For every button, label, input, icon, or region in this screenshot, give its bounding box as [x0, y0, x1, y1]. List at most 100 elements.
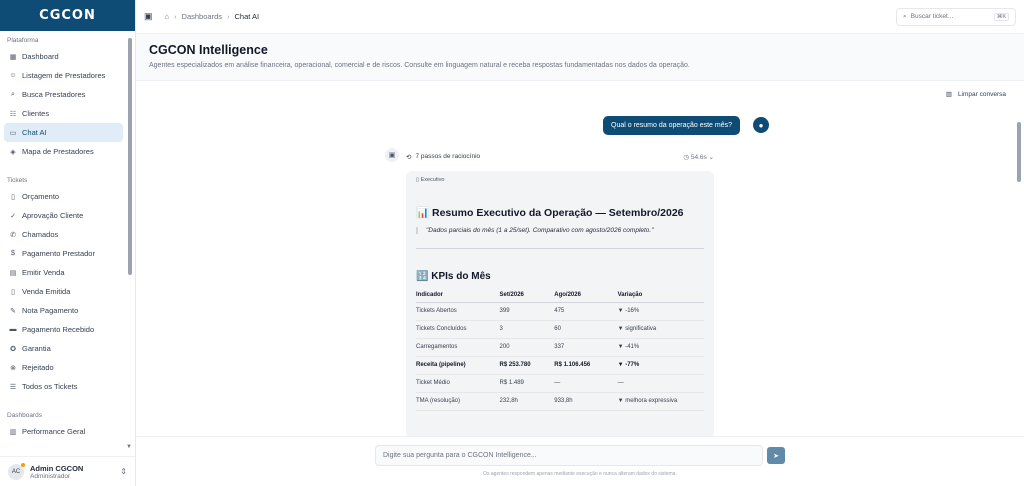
sidebar-toggle-icon[interactable]: ▣: [144, 11, 153, 22]
breadcrumb-current: Chat AI: [234, 12, 260, 21]
sidebar-item-label: Aprovação Cliente: [22, 211, 84, 220]
sidebar-item-label: Performance Geral: [22, 427, 86, 436]
table-cell: 200: [499, 338, 555, 357]
sidebar-item-label: Dashboard: [22, 52, 59, 61]
user-name: Admin CGCON: [30, 463, 84, 473]
sidebar-item-performance-geral[interactable]: ▥ Performance Geral: [4, 422, 123, 441]
search-input[interactable]: ⌕ Buscar ticket... ⌘K: [896, 7, 1016, 26]
chat-icon: ▭: [9, 129, 17, 137]
table-cell: Receita (pipeline): [416, 356, 500, 375]
sidebar-item-label: Busca Prestadores: [22, 90, 86, 99]
sidebar-item-or-amento[interactable]: ▯ Orçamento: [4, 187, 123, 206]
clear-conversation-button[interactable]: ▥ Limpar conversa: [946, 90, 1006, 98]
sidebar-item-clientes[interactable]: ☷ Clientes: [4, 104, 123, 123]
table-cell: 3: [499, 320, 555, 339]
user-menu[interactable]: AC Admin CGCON Administrador ⇕: [0, 456, 135, 486]
section-label: Tickets: [7, 177, 28, 184]
sidebar-item-mapa-de-prestadores[interactable]: ◈ Mapa de Prestadores: [4, 142, 123, 161]
kpi-table: Indicador Set/2026 Ago/2026 Variação Ticket…: [416, 288, 704, 411]
document-icon: ▯: [416, 177, 420, 183]
sidebar-item-venda-emitida[interactable]: ▯ Venda Emitida: [4, 282, 123, 301]
response-title: 📊 Resumo Executivo da Operação — Setembr…: [416, 207, 684, 219]
badge-icon: ✪: [10, 345, 16, 353]
chat-input[interactable]: Digite sua pergunta para o CGCON Intelli…: [375, 445, 763, 466]
disclaimer: Os agentes respondem apenas mediante exe…: [483, 471, 677, 477]
sidebar-item-emitir-venda[interactable]: ▤ Emitir Venda: [4, 263, 123, 282]
scroll-down-icon[interactable]: ▼: [126, 444, 132, 450]
table-header: Ago/2026: [554, 288, 618, 303]
bot-icon: ▣: [385, 148, 399, 162]
chat-area: Qual o resumo da operação este mês? ● ▣ …: [136, 107, 1024, 436]
breadcrumb-dashboards[interactable]: Dashboards: [182, 12, 222, 21]
sidebar-item-chamados[interactable]: ✆ Chamados: [4, 225, 123, 244]
card-icon: ▬: [9, 326, 17, 333]
chat-scrollbar[interactable]: [1017, 122, 1021, 182]
table-row: Ticket Médio R$ 1.489— —: [416, 374, 704, 393]
shield-icon: ◈: [10, 148, 16, 156]
table-cell: Carregamentos: [416, 338, 500, 357]
sidebar-item-aprova-o-cliente[interactable]: ✓ Aprovação Cliente: [4, 206, 123, 225]
sidebar-scrollbar[interactable]: [128, 38, 132, 275]
reasoning-steps-toggle[interactable]: ⟲ 7 passos de raciocínio ◷ 54.6s ⌄: [406, 149, 714, 164]
table-cell: 399: [499, 302, 555, 321]
edit-icon: ✎: [10, 307, 16, 315]
table-cell: ▼ significativa: [617, 320, 704, 339]
sidebar-item-label: Mapa de Prestadores: [22, 147, 94, 156]
document-icon: ▯: [11, 193, 15, 201]
table-cell: Tickets Abertos: [416, 302, 500, 321]
sidebar-item-busca-prestadores[interactable]: ⌕ Busca Prestadores: [4, 85, 123, 104]
invoice-icon: ▤: [9, 269, 17, 277]
table-cell: —: [617, 374, 704, 393]
sidebar-item-pagamento-prestador[interactable]: $ Pagamento Prestador: [4, 244, 123, 263]
clear-conversation-bar: ▥ Limpar conversa: [136, 81, 1024, 107]
table-row: Tickets Abertos 399 475 ▼ -16%: [416, 302, 704, 321]
page-title: CGCON Intelligence: [149, 43, 268, 57]
sidebar-item-label: Listagem de Prestadores: [22, 71, 106, 80]
topbar: ▣ ⌂ › Dashboards › Chat AI ⌕ Buscar tick…: [136, 0, 1024, 34]
sidebar-item-nota-pagamento[interactable]: ✎ Nota Pagamento: [4, 301, 123, 320]
table-cell: 475: [554, 302, 618, 321]
sidebar-item-dashboard[interactable]: ▦ Dashboard: [4, 47, 123, 66]
send-button[interactable]: ➤: [767, 447, 785, 464]
table-cell: TMA (resolução): [416, 392, 500, 411]
assistant-response: ▯ Executivo 📊 Resumo Executivo da Operaç…: [406, 171, 714, 436]
kpi-title: 🔢 KPIs do Mês: [416, 271, 491, 282]
table-row: Receita (pipeline) R$ 253.780 R$ 1.106.456…: [416, 356, 704, 375]
brand-logo[interactable]: CGCON: [0, 0, 135, 31]
dollar-icon: $: [11, 250, 15, 257]
sidebar-item-label: Orçamento: [22, 192, 60, 201]
avatar: AC: [8, 462, 25, 480]
sidebar-item-todos-os-tickets[interactable]: ☰ Todos os Tickets: [4, 377, 123, 396]
user-message: Qual o resumo da operação este mês?: [603, 116, 741, 135]
group-icon: ☷: [9, 110, 17, 118]
table-cell: 337: [554, 338, 618, 357]
grid-icon: ▦: [9, 53, 17, 61]
sidebar-item-listagem-de-prestadores[interactable]: ☺ Listagem de Prestadores: [4, 66, 123, 85]
divider: [416, 248, 704, 249]
trash-icon: ▥: [945, 91, 952, 98]
sidebar-item-rejeitado[interactable]: ⊗ Rejeitado: [4, 358, 123, 377]
sidebar-item-label: Nota Pagamento: [22, 306, 79, 315]
sidebar: CGCON Plataforma ▦ Dashboard ☺ Listagem de P…: [0, 0, 136, 486]
sidebar-item-label: Emitir Venda: [22, 268, 65, 277]
sidebar-item-label: Pagamento Prestador: [22, 249, 95, 258]
table-cell: R$ 253.780: [499, 356, 555, 375]
section-label: Plataforma: [7, 37, 39, 44]
sidebar-item-pagamento-recebido[interactable]: ▬ Pagamento Recebido: [4, 320, 123, 339]
composer: Digite sua pergunta para o CGCON Intelli…: [136, 436, 1024, 486]
sidebar-item-chat-ai[interactable]: ▭ Chat AI: [4, 123, 123, 142]
section-label: Dashboards: [7, 412, 43, 419]
table-header: Variação: [617, 288, 704, 303]
chevron-updown-icon[interactable]: ⇕: [120, 467, 127, 476]
list-icon: ☰: [9, 383, 17, 391]
home-icon[interactable]: ⌂: [165, 12, 170, 21]
sidebar-item-garantia[interactable]: ✪ Garantia: [4, 339, 123, 358]
steps-label: 7 passos de raciocínio: [415, 153, 481, 160]
sidebar-item-label: Venda Emitida: [22, 287, 71, 296]
search-icon: ⌕: [11, 90, 15, 98]
clock-icon: ◷: [683, 153, 690, 161]
breadcrumb: ⌂ › Dashboards › Chat AI: [164, 12, 260, 21]
x-circle-icon: ⊗: [10, 364, 16, 372]
sidebar-nav: Plataforma ▦ Dashboard ☺ Listagem de Prestad…: [0, 31, 135, 456]
table-header: Set/2026: [499, 288, 555, 303]
